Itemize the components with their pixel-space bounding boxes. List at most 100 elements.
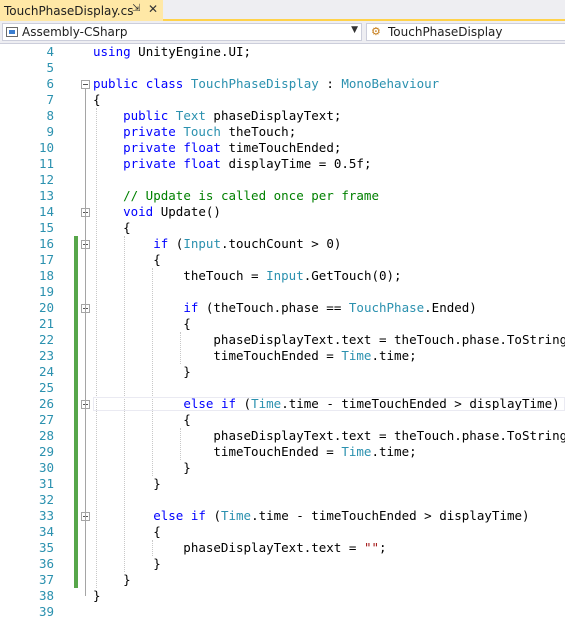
change-marker — [74, 588, 78, 604]
current-line-highlight — [93, 397, 565, 411]
indent-guide — [180, 428, 181, 460]
change-marker — [74, 268, 78, 284]
code-text: { — [93, 316, 191, 331]
code-text: phaseDisplayText.text = theTouch.phase.T… — [93, 332, 565, 347]
line-number: 13 — [38, 188, 54, 203]
change-marker — [74, 492, 78, 508]
line-number: 23 — [38, 348, 54, 363]
line-number: 15 — [38, 220, 54, 235]
change-marker — [74, 508, 78, 524]
class-icon: ⚙ — [371, 25, 381, 38]
navigation-bar: Assembly-CSharp ▼ ⚙ TouchPhaseDisplay — [0, 21, 565, 44]
change-marker — [74, 428, 78, 444]
line-number: 20 — [38, 300, 54, 315]
line-number: 14 — [38, 204, 54, 219]
line-number: 31 — [38, 476, 54, 491]
line-number: 22 — [38, 332, 54, 347]
tab-file[interactable]: TouchPhaseDisplay.cs ⇲ ✕ — [0, 0, 163, 21]
change-marker — [74, 156, 78, 172]
code-text: } — [93, 556, 161, 571]
line-number: 26 — [38, 396, 54, 411]
code-text: using UnityEngine.UI; — [93, 44, 252, 59]
line-number: 35 — [38, 540, 54, 555]
code-text: public class TouchPhaseDisplay : MonoBeh… — [93, 76, 440, 91]
type-dropdown[interactable]: ⚙ TouchPhaseDisplay — [366, 23, 565, 41]
line-number: 19 — [38, 284, 54, 299]
change-marker — [74, 316, 78, 332]
change-marker — [74, 460, 78, 476]
code-text: private float displayTime = 0.5f; — [123, 156, 372, 171]
change-marker — [74, 524, 78, 540]
indent-guide — [96, 108, 97, 588]
change-marker — [74, 300, 78, 316]
line-number: 38 — [38, 588, 54, 603]
code-text: theTouch = Input.GetTouch(0); — [93, 268, 402, 283]
code-text: if (theTouch.phase == TouchPhase.Ended) — [183, 300, 477, 315]
change-marker — [74, 220, 78, 236]
code-text: public Text phaseDisplayText; — [123, 108, 342, 123]
change-marker — [74, 540, 78, 556]
line-number: 32 — [38, 492, 54, 507]
code-text: } — [93, 364, 191, 379]
code-text: { — [93, 412, 191, 427]
tab-bar: TouchPhaseDisplay.cs ⇲ ✕ — [0, 0, 565, 21]
line-number: 25 — [38, 380, 54, 395]
code-text: } — [93, 572, 131, 587]
line-number: 39 — [38, 604, 54, 619]
change-marker — [74, 348, 78, 364]
chevron-down-icon[interactable]: ▼ — [351, 25, 358, 35]
change-marker — [74, 92, 78, 108]
line-number: 18 — [38, 268, 54, 283]
change-marker — [74, 444, 78, 460]
code-line[interactable]: 5 — [0, 60, 565, 76]
line-number: 11 — [38, 156, 54, 171]
change-marker — [74, 364, 78, 380]
code-text: else if (Time.time - timeTouchEnded > di… — [153, 508, 530, 523]
line-number: 9 — [46, 124, 54, 139]
line-number: 10 — [38, 140, 54, 155]
code-text: timeTouchEnded = Time.time; — [93, 348, 417, 363]
csharp-project-icon — [6, 27, 18, 37]
code-text: { — [93, 524, 161, 539]
code-line[interactable]: 4 using UnityEngine.UI; — [0, 44, 565, 60]
close-icon[interactable]: ✕ — [148, 2, 158, 16]
code-text: private Touch theTouch; — [123, 124, 297, 139]
pin-icon[interactable]: ⇲ — [132, 3, 140, 14]
collapse-icon[interactable] — [81, 80, 90, 89]
line-number: 24 — [38, 364, 54, 379]
code-text: } — [93, 588, 101, 603]
change-marker — [74, 252, 78, 268]
code-text: phaseDisplayText.text = ""; — [93, 540, 387, 555]
code-text: if (Input.touchCount > 0) — [153, 236, 342, 251]
line-number: 34 — [38, 524, 54, 539]
change-marker — [74, 284, 78, 300]
code-text: } — [93, 460, 191, 475]
code-text: } — [93, 476, 161, 491]
tab-title: TouchPhaseDisplay.cs — [4, 3, 134, 18]
change-marker — [74, 44, 78, 60]
change-marker — [74, 172, 78, 188]
change-marker — [74, 476, 78, 492]
line-number: 30 — [38, 460, 54, 475]
line-number: 27 — [38, 412, 54, 427]
code-line[interactable]: 39 — [0, 604, 565, 620]
line-number: 6 — [46, 76, 54, 91]
change-marker — [74, 412, 78, 428]
line-number: 17 — [38, 252, 54, 267]
line-number: 7 — [46, 92, 54, 107]
code-text: { — [93, 252, 161, 267]
line-number: 16 — [38, 236, 54, 251]
change-marker — [74, 124, 78, 140]
indent-guide — [180, 332, 181, 364]
code-text: private float timeTouchEnded; — [123, 140, 342, 155]
change-marker — [74, 604, 78, 620]
line-number: 33 — [38, 508, 54, 523]
line-number: 28 — [38, 428, 54, 443]
indent-guide — [152, 268, 153, 476]
type-label: TouchPhaseDisplay — [388, 25, 503, 39]
line-number: 29 — [38, 444, 54, 459]
code-editor[interactable]: 4 using UnityEngine.UI; 5 6 public class Tou… — [0, 44, 565, 621]
change-marker — [74, 332, 78, 348]
line-number: 8 — [46, 108, 54, 123]
project-dropdown[interactable]: Assembly-CSharp ▼ — [2, 23, 362, 41]
